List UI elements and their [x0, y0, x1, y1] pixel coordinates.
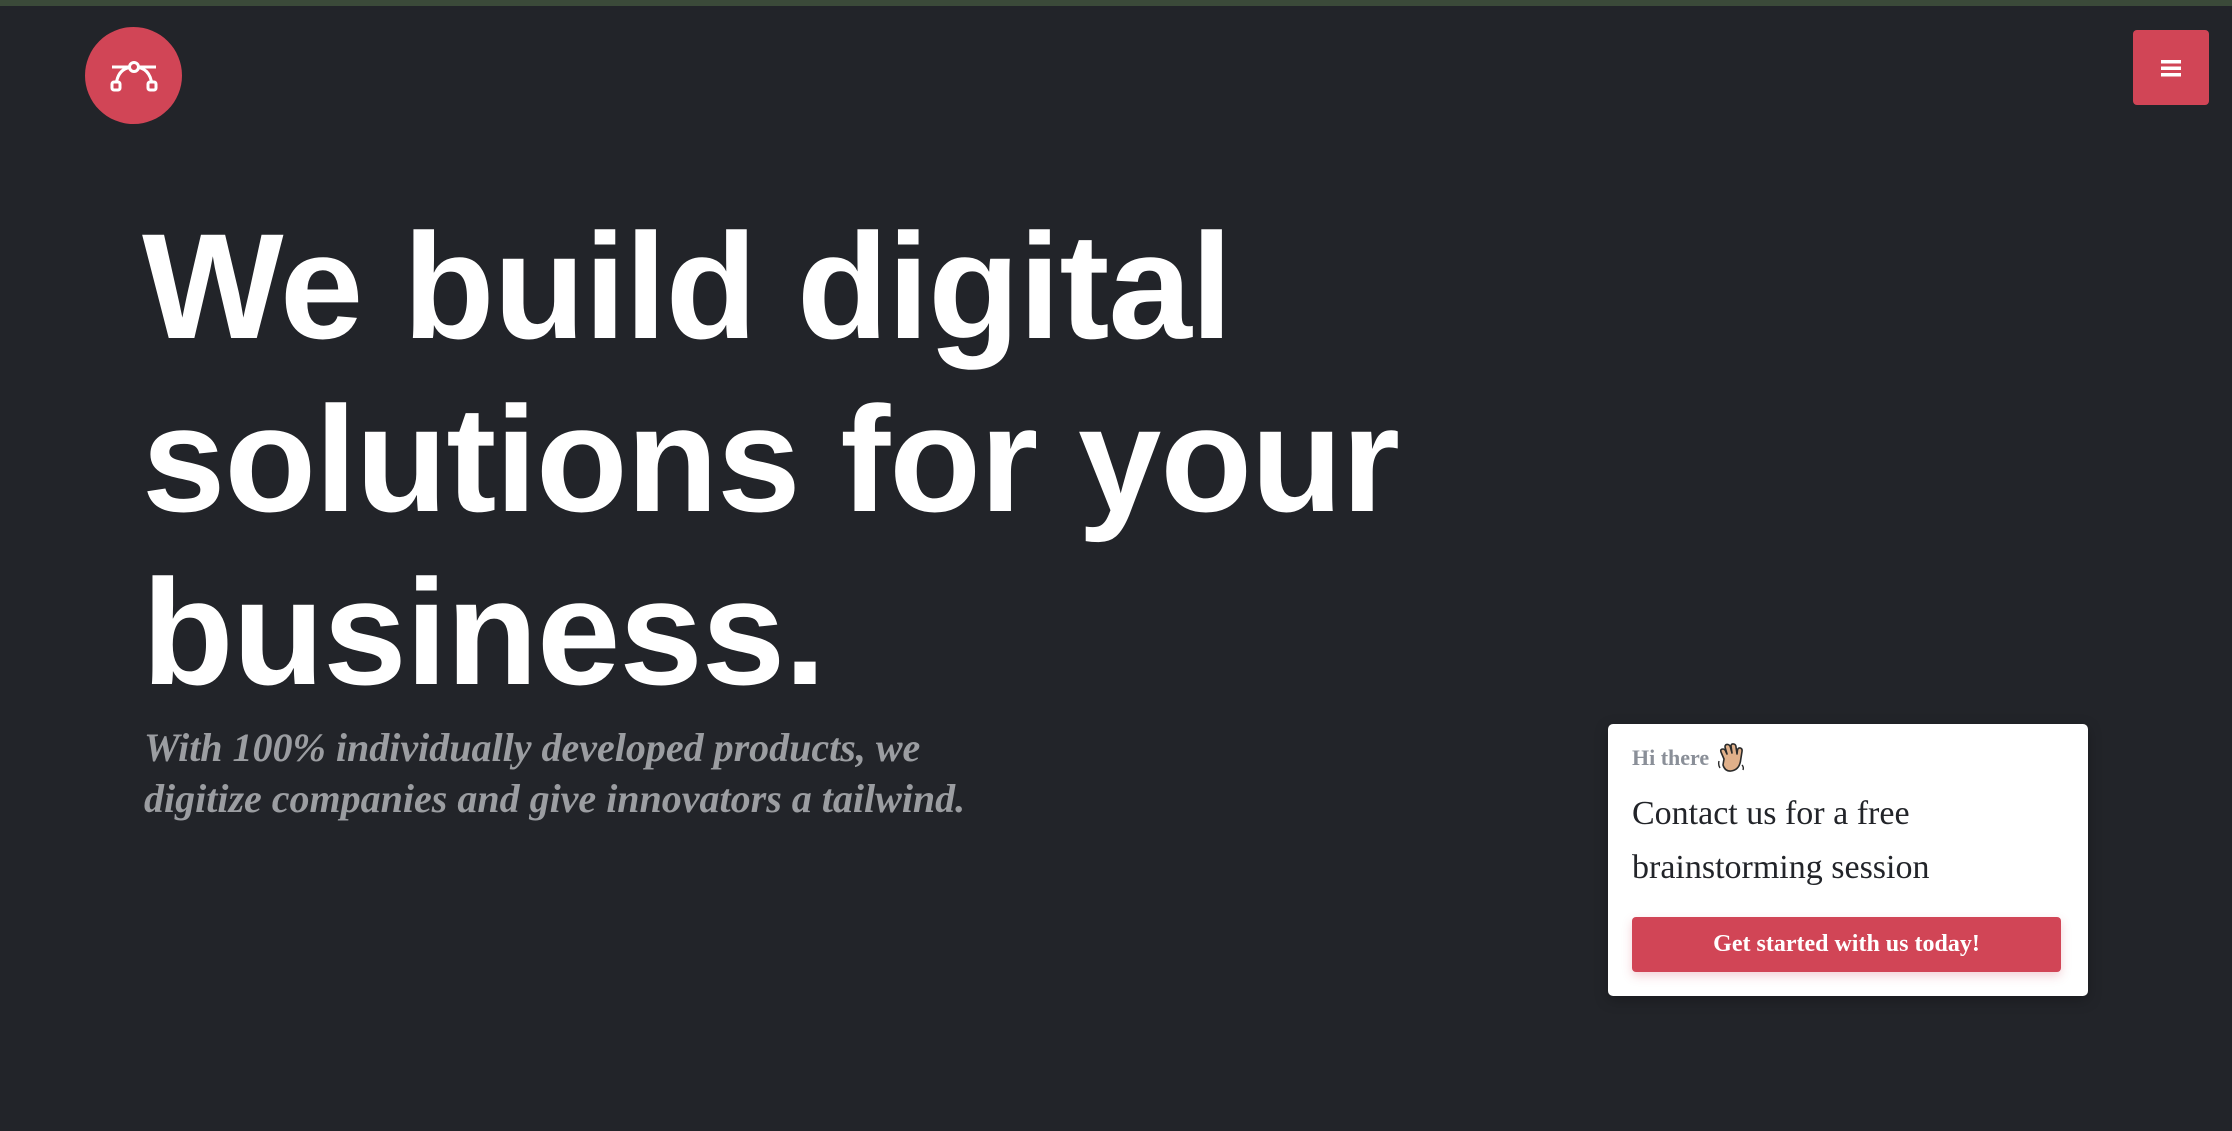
hero-subtitle-line: With 100% individually developed product…	[144, 725, 921, 770]
hero-title-line: business.	[142, 548, 826, 716]
logo-button[interactable]	[85, 27, 182, 124]
hero-title-line: We build digital	[142, 202, 1233, 370]
hero-title-line: solutions for your	[142, 375, 1400, 543]
hero-subtitle-line: digitize companies and give innovators a…	[144, 776, 966, 821]
card-message: Contact us for a free brainstorming sess…	[1632, 787, 2064, 895]
hamburger-menu-icon	[2161, 59, 2181, 76]
card-greeting-text: Hi there	[1632, 745, 1710, 770]
hero-subtitle: With 100% individually developed product…	[144, 722, 1044, 824]
hero-title: We build digital solutions for your busi…	[142, 200, 1442, 719]
bezier-curve-icon	[110, 60, 157, 91]
menu-button[interactable]	[2133, 30, 2209, 105]
contact-card: Hi there Contact us for a free brainstor…	[1608, 724, 2088, 996]
card-message-line: brainstorming session	[1632, 849, 1930, 886]
waving-hand-icon	[1718, 743, 1745, 772]
top-border-line	[0, 0, 2232, 6]
get-started-button[interactable]: Get started with us today!	[1632, 917, 2061, 972]
card-message-line: Contact us for a free	[1632, 795, 1910, 832]
card-greeting: Hi there	[1632, 743, 2064, 773]
